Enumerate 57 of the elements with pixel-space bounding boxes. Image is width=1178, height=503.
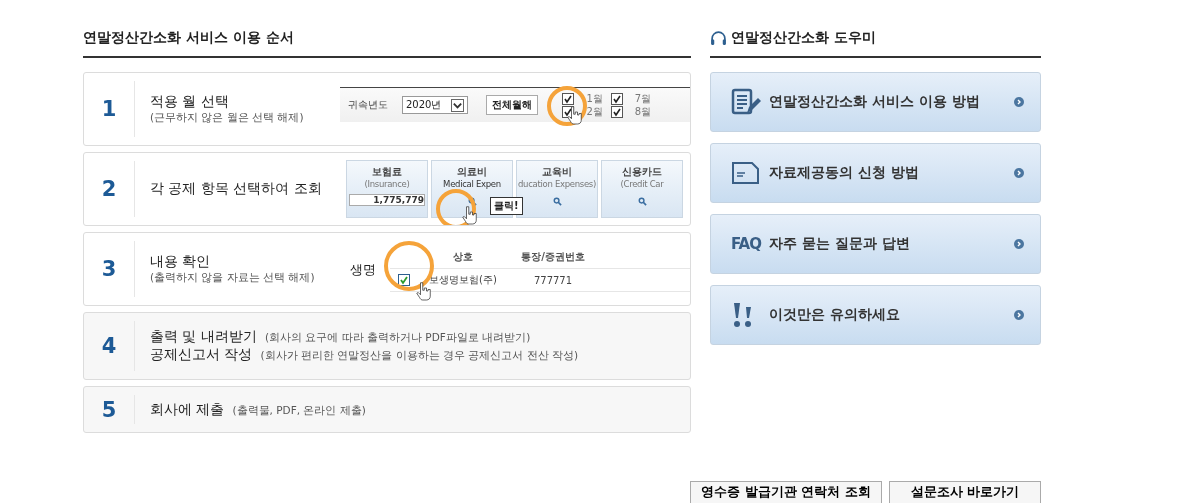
helper-link[interactable]: 이것만은 유의하세요: [710, 285, 1041, 345]
step-title: 각 공제 항목 선택하여 조회: [150, 180, 323, 198]
document-pencil-icon: [731, 88, 761, 116]
month-label: 1월: [586, 91, 603, 106]
category-subtitle: (Insurance): [364, 179, 410, 189]
month-label: 8월: [634, 104, 652, 119]
month-label: 2월: [586, 104, 603, 119]
category-subtitle: (Credit Car: [620, 179, 664, 189]
helper-link[interactable]: FAQ 자주 묻는 질문과 답변: [710, 214, 1041, 274]
step-title: 회사에 제출: [150, 400, 225, 419]
section-title: 연말정산간소화 도우미: [731, 29, 876, 47]
amount-field: 1,775,779: [349, 194, 425, 206]
tooltip: 클릭!: [490, 197, 523, 215]
column-header: 통장/증권번호: [520, 250, 586, 264]
category-subtitle: ducation Expenses): [517, 179, 597, 189]
section-title: 연말정산간소화 서비스 이용 순서: [83, 29, 691, 58]
step-note: (근무하지 않은 월은 선택 해제): [150, 111, 305, 125]
search-icon: [637, 197, 647, 206]
step-title: 공제신고서 작성: [150, 346, 253, 364]
category-label: 의료비: [457, 165, 487, 179]
helper-link[interactable]: 자료제공동의 신청 방법: [710, 143, 1041, 203]
step-number: 2: [84, 161, 135, 217]
step-title: 내용 확인: [150, 253, 212, 271]
step-note: (회사가 편리한 연말정산을 이용하는 경우 공제신고서 전산 작성): [260, 349, 578, 363]
arrow-circle-icon: [1014, 239, 1024, 249]
column-header: 상호: [452, 250, 474, 264]
month-label: 7월: [634, 91, 652, 106]
dropdown-icon: [451, 98, 465, 112]
category-subtitle: Medical Expen: [443, 179, 501, 189]
category-label: 신용카드: [622, 165, 662, 179]
arrow-circle-icon: [1014, 310, 1024, 320]
step-number: 5: [84, 395, 135, 424]
magnified-text: 생명: [350, 261, 376, 279]
step-title: 출력 및 내려받기: [150, 328, 257, 346]
category-label: 교육비: [542, 165, 572, 179]
step-note: (출력하지 않을 자료는 선택 해제): [150, 271, 316, 285]
step-number: 1: [84, 81, 135, 137]
document-icon: [731, 159, 761, 187]
step-number: 4: [84, 321, 135, 371]
step-note: (출력물, PDF, 온라인 제출): [232, 403, 366, 418]
table-cell-text: 보생명보험(주): [428, 273, 498, 287]
table-cell-text: 777771: [532, 274, 574, 286]
faq-label: FAQ: [731, 235, 761, 253]
year-label: 귀속년도: [348, 98, 388, 112]
arrow-circle-icon: [1014, 97, 1024, 107]
step-note: (회사의 요구에 따라 출력하거나 PDF파일로 내려받기): [264, 331, 531, 345]
hand-cursor-icon: [567, 104, 583, 125]
search-icon: [552, 197, 562, 206]
step-title: 적용 월 선택: [150, 93, 230, 111]
arrow-circle-icon: [1014, 168, 1024, 178]
step-number: 3: [84, 241, 135, 297]
link-button[interactable]: 설문조사 바로가기: [889, 481, 1041, 503]
headset-icon: [710, 29, 727, 47]
hand-cursor-icon: [416, 281, 431, 301]
category-label: 보험료: [372, 165, 402, 179]
link-button[interactable]: 영수증 발급기관 연락처 조회: [690, 481, 882, 503]
helper-link[interactable]: 연말정산간소화 서비스 이용 방법: [710, 72, 1041, 132]
